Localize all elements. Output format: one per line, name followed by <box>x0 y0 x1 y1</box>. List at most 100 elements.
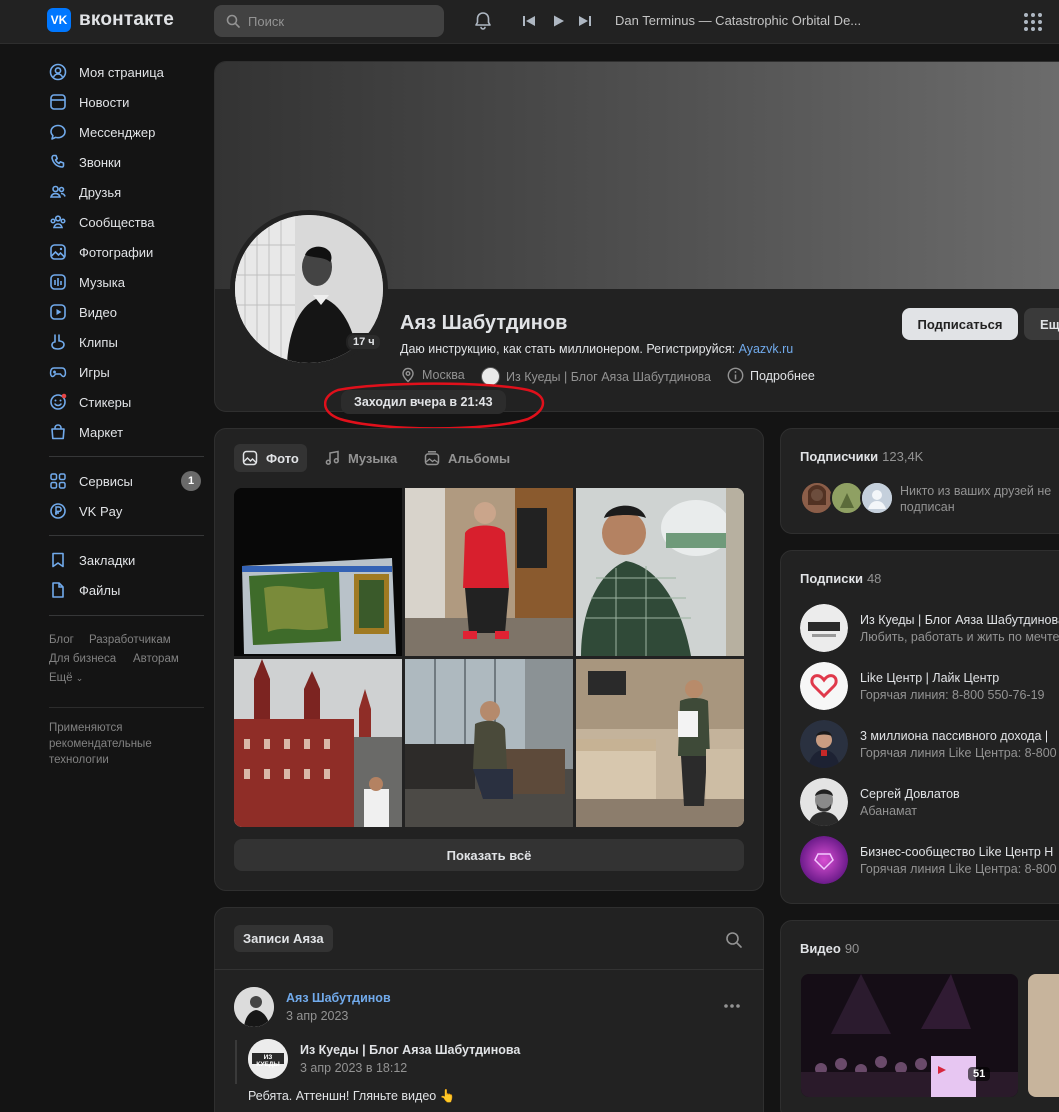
subscription-item[interactable]: Сергей Довлатов Абанамат <box>800 778 1059 826</box>
sidebar-item-market[interactable]: Маркет <box>49 418 204 446</box>
repost-avatar[interactable]: ИЗ КУЕДЫ <box>248 1039 288 1079</box>
sidebar-item-label: Файлы <box>79 582 121 598</box>
sidebar-item-music[interactable]: Музыка <box>49 268 204 296</box>
sidebar-item-label: VK Pay <box>79 503 123 519</box>
videos-title[interactable]: Видео 90 <box>800 941 859 956</box>
tab-music[interactable]: Музыка <box>324 444 397 472</box>
sidebar-divider <box>49 615 204 616</box>
subscriber-avatar[interactable] <box>860 481 894 515</box>
photo-thumbnail[interactable] <box>234 488 402 656</box>
music-note-icon <box>324 450 340 466</box>
subscribe-button[interactable]: Подписаться <box>902 308 1018 340</box>
tab-posts[interactable]: Записи Аяза <box>234 925 333 952</box>
photo-thumbnail[interactable] <box>234 659 402 827</box>
photo-thumbnail[interactable] <box>576 659 744 827</box>
chevron-down-icon: ⌄ <box>75 673 84 683</box>
profile-name: Аяз Шабутдинов <box>400 312 568 334</box>
subscription-name: Из Куеды | Блог Аяза Шабутдинова <box>860 612 1059 627</box>
sidebar-item-stickers[interactable]: Стикеры <box>49 388 204 416</box>
photo-thumbnail[interactable] <box>576 488 744 656</box>
status-link[interactable]: Ayazvk.ru <box>739 342 794 356</box>
subscriptions-title[interactable]: Подписки 48 <box>800 571 881 586</box>
subscription-description: Горячая линия Like Центра: 8-800 <box>860 861 1057 876</box>
repost-author[interactable]: Из Куеды | Блог Аяза Шабутдинова <box>300 1043 520 1057</box>
subscription-item[interactable]: Бизнес-сообщество Like Центр Н Горячая ли… <box>800 836 1059 884</box>
more-options-icon[interactable] <box>722 996 742 1019</box>
subscription-item[interactable]: Из Куеды | Блог Аяза Шабутдинова Любить, … <box>800 604 1059 652</box>
subscribers-title[interactable]: Подписчики 123,4K <box>800 449 923 464</box>
recommendation-note-line-2[interactable]: рекомендательные <box>49 738 152 750</box>
tab-label: Альбомы <box>448 450 511 466</box>
subscribers-title-label: Подписчики <box>800 449 879 464</box>
subscription-item[interactable]: Like Центр | Лайк Центр Горячая линия: 8-… <box>800 662 1059 710</box>
sidebar-item-bookmarks[interactable]: Закладки <box>49 546 204 574</box>
tab-label: Музыка <box>348 450 398 466</box>
sidebar-item-calls[interactable]: Звонки <box>49 148 204 176</box>
vk-logo-icon[interactable]: VK <box>47 8 71 32</box>
subscriber-avatar[interactable] <box>800 481 834 515</box>
profile-details-link[interactable]: Подробнее <box>727 367 815 384</box>
show-all-button[interactable]: Показать всё <box>234 839 744 871</box>
sidebar-item-vkpay[interactable]: VK Pay <box>49 497 204 525</box>
info-icon <box>727 367 744 384</box>
services-grid-icon <box>49 472 67 490</box>
previous-track-icon[interactable] <box>522 14 536 31</box>
video-thumbnail[interactable] <box>1028 974 1059 1097</box>
subscribers-note: Никто из ваших друзей не подписан <box>900 483 1051 515</box>
sidebar-divider <box>49 535 204 536</box>
sidebar-item-friends[interactable]: Друзья <box>49 178 204 206</box>
subscription-description: Горячая линия Like Центра: 8-800 <box>860 745 1057 760</box>
subscription-item[interactable]: 3 миллиона пассивного дохода | Горячая ли… <box>800 720 1059 768</box>
post-author-name[interactable]: Аяз Шабутдинов <box>286 991 391 1005</box>
photo-thumbnail[interactable] <box>405 488 573 656</box>
sidebar-item-games[interactable]: Игры <box>49 358 204 386</box>
sidebar-item-messenger[interactable]: Мессенджер <box>49 118 204 146</box>
sidebar-item-files[interactable]: Файлы <box>49 576 204 604</box>
now-playing-track[interactable]: Dan Terminus — Catastrophic Orbital De..… <box>615 13 861 28</box>
posts-divider <box>214 969 764 970</box>
tab-photo[interactable]: Фото <box>234 444 307 472</box>
sidebar-item-communities[interactable]: Сообщества <box>49 208 204 236</box>
logo-text[interactable]: вконтакте <box>79 9 174 31</box>
search-input[interactable] <box>248 13 428 29</box>
search-icon[interactable] <box>725 931 743 952</box>
photo-thumbnail[interactable] <box>405 659 573 827</box>
sidebar-item-label: Игры <box>79 364 110 380</box>
footer-link-authors[interactable]: Авторам <box>133 653 179 665</box>
recommendation-note-line-3: технологии <box>49 754 109 766</box>
subscription-name: Like Центр | Лайк Центр <box>860 670 1000 685</box>
shopping-bag-icon <box>49 423 67 441</box>
sidebar-item-my-page[interactable]: Моя страница <box>49 58 204 86</box>
post-date[interactable]: 3 апр 2023 <box>286 1009 348 1023</box>
play-icon[interactable] <box>552 14 566 31</box>
sidebar-item-news[interactable]: Новости <box>49 88 204 116</box>
community-avatar <box>800 836 848 884</box>
more-button[interactable]: Ещё <box>1024 308 1059 340</box>
next-track-icon[interactable] <box>578 14 592 31</box>
sidebar-item-label: Сообщества <box>79 214 155 230</box>
footer-link-business[interactable]: Для бизнеса <box>49 653 116 665</box>
post-author-avatar[interactable] <box>234 987 274 1027</box>
gamepad-icon <box>49 363 67 381</box>
message-bubble-icon <box>49 123 67 141</box>
footer-link-more[interactable]: Ещё ⌄ <box>49 672 83 684</box>
bell-icon[interactable] <box>472 10 494 35</box>
tab-albums[interactable]: Альбомы <box>424 444 510 472</box>
profile-city[interactable]: Москва <box>400 367 465 383</box>
subscription-description: Абанамат <box>860 803 918 818</box>
search-box[interactable] <box>214 5 444 37</box>
footer-link-developers[interactable]: Разработчикам <box>89 634 171 646</box>
apps-grid-icon[interactable] <box>1023 12 1043 35</box>
sidebar-item-label: Маркет <box>79 424 124 440</box>
sidebar-item-photos[interactable]: Фотографии <box>49 238 204 266</box>
photo-icon <box>49 243 67 261</box>
subscriber-avatar[interactable] <box>830 481 864 515</box>
sidebar-item-video[interactable]: Видео <box>49 298 204 326</box>
subscription-name: 3 миллиона пассивного дохода | <box>860 728 1049 743</box>
repost-date[interactable]: 3 апр 2023 в 18:12 <box>300 1061 407 1075</box>
profile-city-label: Москва <box>422 368 465 382</box>
sidebar-item-clips[interactable]: Клипы <box>49 328 204 356</box>
community-avatar <box>800 778 848 826</box>
sidebar-item-label: Моя страница <box>79 64 164 80</box>
footer-link-blog[interactable]: Блог <box>49 634 74 646</box>
